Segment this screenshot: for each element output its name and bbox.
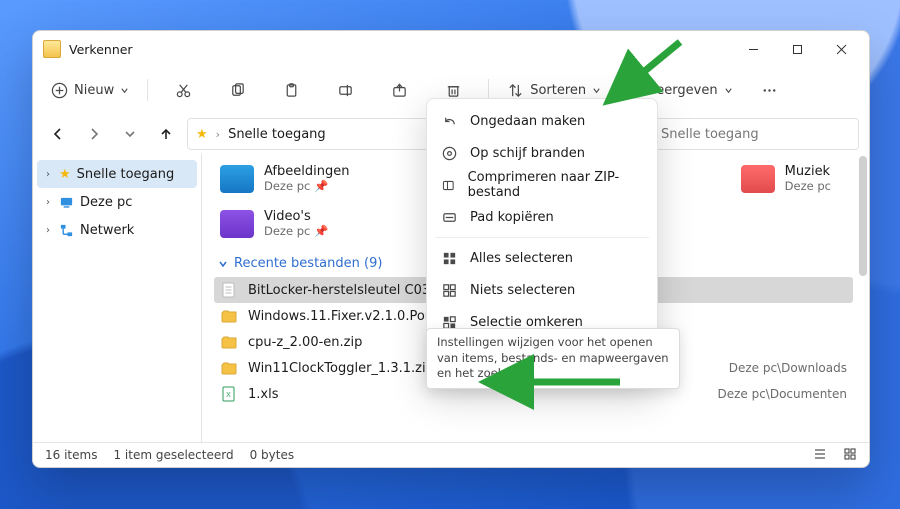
status-selected: 1 item geselecteerd	[113, 448, 233, 462]
breadcrumb[interactable]: Snelle toegang	[228, 127, 326, 142]
star-icon: ★	[196, 127, 208, 142]
thumbnails-view-button[interactable]	[843, 447, 857, 464]
menu-item-label: Pad kopiëren	[470, 210, 554, 225]
menu-item-select-all[interactable]: Alles selecteren	[433, 242, 651, 274]
explorer-icon	[43, 40, 61, 58]
file-location: Deze pc\Documenten	[717, 387, 847, 401]
file-name: cpu-z_2.00-en.zip	[248, 335, 362, 350]
copy-button[interactable]	[212, 73, 262, 107]
folder-name: Muziek	[785, 164, 831, 179]
xls-file-icon: X	[220, 385, 238, 403]
menu-item-label: Comprimeren naar ZIP-bestand	[468, 170, 643, 200]
sidebar-item-label: Deze pc	[80, 195, 132, 210]
status-bar: 16 items 1 item geselecteerd 0 bytes	[33, 442, 869, 467]
zip-file-icon	[220, 307, 238, 325]
chevron-right-icon: ›	[43, 169, 53, 180]
maximize-button[interactable]	[775, 34, 819, 64]
chevron-right-icon: ›	[216, 128, 220, 141]
cut-button[interactable]	[158, 73, 208, 107]
music-folder-icon	[741, 165, 775, 193]
toolbar-separator	[147, 79, 148, 101]
recent-locations-button[interactable]	[115, 119, 145, 149]
menu-item-undo[interactable]: Ongedaan maken	[433, 105, 651, 137]
sort-label: Sorteren	[530, 83, 586, 98]
search-placeholder: Snelle toegang	[661, 127, 759, 142]
folder-location: Deze pc	[264, 224, 310, 238]
new-button[interactable]: Nieuw	[43, 73, 137, 107]
menu-item-compress[interactable]: Comprimeren naar ZIP-bestand	[433, 169, 651, 201]
annotation-arrow	[510, 370, 630, 398]
folder-name: Video's	[264, 209, 328, 224]
folder-location: Deze pc	[264, 179, 310, 193]
folder-item[interactable]: Video's Deze pc 📌	[220, 209, 328, 238]
file-name: Win11ClockToggler_1.3.1.zip	[248, 361, 434, 376]
folder-location: Deze pc	[785, 179, 831, 193]
sidebar-item-quick-access[interactable]: › ★ Snelle toegang	[37, 160, 197, 188]
pictures-folder-icon	[220, 165, 254, 193]
file-location: Deze pc\Downloads	[729, 361, 847, 375]
folder-item[interactable]: Afbeeldingen Deze pc 📌	[220, 164, 349, 193]
chevron-right-icon: ›	[43, 225, 53, 236]
new-label: Nieuw	[74, 83, 114, 98]
paste-button[interactable]	[266, 73, 316, 107]
scrollbar-thumb[interactable]	[859, 156, 867, 276]
sidebar-item-network[interactable]: › Netwerk	[37, 216, 197, 244]
menu-item-label: Ongedaan maken	[470, 114, 585, 129]
forward-button[interactable]	[79, 119, 109, 149]
menu-item-label: Alles selecteren	[470, 251, 573, 266]
up-button[interactable]	[151, 119, 181, 149]
status-size: 0 bytes	[250, 448, 295, 462]
sidebar: › ★ Snelle toegang › Deze pc › Netwerk	[33, 154, 202, 442]
close-button[interactable]	[819, 34, 863, 64]
back-button[interactable]	[43, 119, 73, 149]
zip-file-icon	[220, 333, 238, 351]
file-name: 1.xls	[248, 387, 278, 402]
minimize-button[interactable]	[731, 34, 775, 64]
menu-item-label: Op schijf branden	[470, 146, 585, 161]
sidebar-item-this-pc[interactable]: › Deze pc	[37, 188, 197, 216]
more-button[interactable]	[745, 73, 795, 107]
recent-files-label: Recente bestanden (9)	[234, 256, 382, 271]
titlebar: Verkenner	[33, 31, 869, 67]
folder-item[interactable]: Muziek Deze pc	[741, 164, 831, 193]
menu-item-burn[interactable]: Op schijf branden	[433, 137, 651, 169]
menu-item-select-none[interactable]: Niets selecteren	[433, 274, 651, 306]
details-view-button[interactable]	[813, 447, 827, 464]
menu-separator	[435, 237, 649, 238]
chevron-right-icon: ›	[43, 197, 53, 208]
scrollbar[interactable]	[859, 156, 867, 440]
rename-button[interactable]	[320, 73, 370, 107]
sidebar-item-label: Snelle toegang	[77, 167, 175, 182]
sidebar-item-label: Netwerk	[80, 223, 134, 238]
svg-text:X: X	[226, 392, 231, 399]
pin-icon: 📌	[314, 179, 328, 193]
videos-folder-icon	[220, 210, 254, 238]
menu-item-copy-path[interactable]: Pad kopiëren	[433, 201, 651, 233]
star-icon: ★	[59, 167, 71, 182]
folder-name: Afbeeldingen	[264, 164, 349, 179]
share-button[interactable]	[374, 73, 424, 107]
annotation-arrow	[620, 34, 690, 98]
status-item-count: 16 items	[45, 448, 97, 462]
text-file-icon	[220, 281, 238, 299]
menu-item-label: Niets selecteren	[470, 283, 575, 298]
window-title: Verkenner	[69, 42, 133, 57]
zip-file-icon	[220, 359, 238, 377]
search-box[interactable]: Snelle toegang	[631, 118, 859, 150]
pin-icon: 📌	[314, 224, 328, 238]
